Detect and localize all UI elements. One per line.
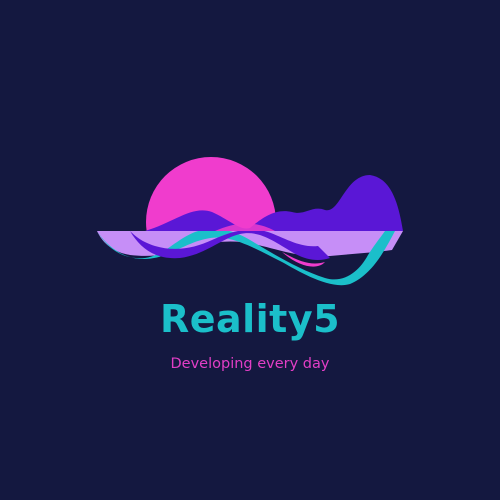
reflection-group: [97, 231, 403, 286]
brand-tagline: Developing every day: [170, 356, 330, 372]
brand-name: Reality5: [159, 297, 341, 341]
sun-over-waves-icon: [97, 157, 403, 286]
logo-canvas: Reality5 Developing every day: [0, 0, 500, 500]
